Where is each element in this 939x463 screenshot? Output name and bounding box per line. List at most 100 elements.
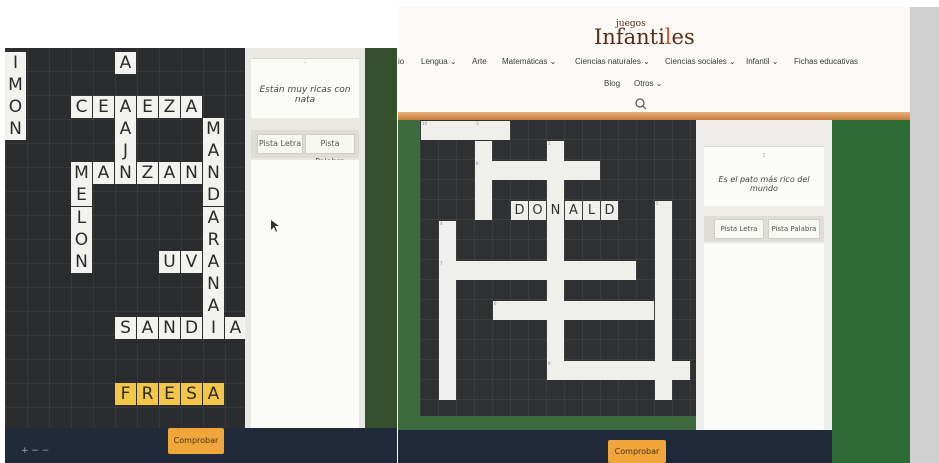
left-letter-cell[interactable]: A [203,250,224,273]
left-letter-cell[interactable]: A [115,96,136,119]
left-letter-cell[interactable]: N [181,162,202,185]
right-hint-buttons: Pista Letra Pista Palabra [704,216,824,242]
left-letter-cell[interactable]: M [5,74,26,97]
donald-letter-tile[interactable]: N [547,201,564,220]
left-letter-cell[interactable]: N [71,250,92,273]
logo-part-dot: l [664,25,672,49]
donald-letter-tile[interactable]: D [511,201,528,220]
blank-answer-cell[interactable] [439,221,456,400]
site-logo[interactable]: juegos Infantiles [594,19,695,49]
left-letter-cell[interactable]: A [181,96,202,119]
left-zoom-controls[interactable]: + − − [21,446,49,456]
left-letter-cell[interactable]: D [203,184,224,207]
clue-number-label: 10 [422,121,428,126]
nav-item-matematicas[interactable]: Matemáticas ⌄ [502,57,556,66]
left-letter-cell[interactable]: A [225,316,246,339]
left-screen-photo: IMONCEAEZAAAJNMAZANNELONMADARANAUVSANDIA… [5,48,397,463]
right-clue-panel: 1 Es el pato más rico del mundo Pista Le… [696,120,832,430]
right-check-button[interactable]: Comprobar [608,440,666,463]
left-letter-cell[interactable]: N [5,118,26,141]
left-letter-cell[interactable]: N [115,162,136,185]
left-letter-cell[interactable]: A [115,118,136,141]
clue-number-label: 2 [548,141,551,146]
right-screen-photo: juegos Infantiles io Lengua ⌄ Arte Matem… [398,7,939,463]
nav-item-ciencias-naturales[interactable]: Ciencias naturales ⌄ [575,57,650,66]
nav-item-blog[interactable]: Blog [604,79,620,88]
hint-word-button[interactable]: Pista Palabra [305,134,355,166]
right-crossword-board: D O N A L D 10 3 2 8 5 4 7 6 9 [420,120,696,416]
left-letter-cell[interactable]: S [115,316,136,339]
left-letter-cell[interactable]: M [203,118,224,141]
left-letter-cell[interactable]: L [71,206,92,229]
blank-answer-cell[interactable] [475,141,492,220]
left-panel-blank [251,160,359,428]
blank-answer-cell[interactable] [475,161,600,180]
left-letter-cell[interactable]: A [203,140,224,163]
donald-letter-tile[interactable]: D [601,201,618,220]
clue-number-label: 9 [548,361,551,366]
logo-part-b: es [671,25,695,49]
left-clue-box: - Están muy ricas con nata [251,58,359,118]
left-letter-cell[interactable]: Z [159,96,180,119]
hint-word-button[interactable]: Pista Palabra [768,219,820,239]
left-letter-cell[interactable]: C [71,96,92,119]
left-letter-cell[interactable]: I [203,316,224,339]
left-letter-cell[interactable]: E [159,383,180,406]
left-letter-cell[interactable]: A [115,52,136,74]
left-check-button[interactable]: Comprobar [168,428,224,454]
hint-letter-button[interactable]: Pista Letra [714,219,764,239]
left-letter-cell[interactable]: E [137,96,158,119]
nav-item-otros[interactable]: Otros ⌄ [634,79,662,88]
left-letter-cell[interactable]: U [159,250,180,273]
main-nav: io Lengua ⌄ Arte Matemáticas ⌄ Ciencias … [398,57,910,71]
nav-item-arte[interactable]: Arte [472,57,487,66]
right-clue-number: 1 [762,153,766,159]
left-letter-cell[interactable]: J [115,140,136,163]
left-letter-cell[interactable]: A [93,162,114,185]
left-green-edge [365,48,397,463]
left-letter-cell[interactable]: V [181,250,202,273]
blank-answer-cell[interactable] [493,301,654,320]
left-letter-cell[interactable]: O [71,228,92,251]
hint-letter-button[interactable]: Pista Letra [257,134,303,154]
left-letter-cell[interactable]: N [203,162,224,185]
left-letter-cell[interactable]: N [203,272,224,295]
donald-letter-tile[interactable]: A [565,201,582,220]
left-clue-text: Están muy ricas con nata [259,85,351,105]
left-letter-cell[interactable]: N [159,316,180,339]
left-letter-cell[interactable]: A [203,383,224,406]
blank-answer-cell[interactable] [421,121,510,140]
left-letter-cell[interactable]: F [115,383,136,406]
left-letter-cell[interactable]: A [137,316,158,339]
left-letter-cell[interactable]: O [5,96,26,119]
donald-letter-tile[interactable]: O [529,201,546,220]
nav-item-inicio[interactable]: io [398,57,404,66]
logo-part-a: Infanti [594,25,665,49]
left-letter-cell[interactable]: Z [137,162,158,185]
left-letter-cell[interactable]: A [203,294,224,317]
nav-item-infantil[interactable]: Infantil ⌄ [746,57,779,66]
left-letter-cell[interactable]: S [181,383,202,406]
left-letter-cell[interactable]: I [5,52,26,74]
clue-number-label: 5 [656,201,659,206]
nav-item-lengua[interactable]: Lengua ⌄ [421,57,457,66]
nav-item-fichas-educativas[interactable]: Fichas educativas [794,57,858,66]
left-letter-cell[interactable]: A [203,206,224,229]
left-letter-cell[interactable]: D [181,316,202,339]
left-letter-cell[interactable]: E [93,96,114,119]
left-crossword-board: IMONCEAEZAAAJNMAZANNELONMADARANAUVSANDIA… [5,48,246,450]
right-clue-text: Es el pato más rico del mundo [718,175,810,193]
left-letter-cell[interactable]: E [71,184,92,207]
blank-answer-cell[interactable] [547,361,690,380]
clue-number-label: 3 [476,121,479,126]
left-letter-cell[interactable]: A [159,162,180,185]
donald-letter-tile[interactable]: L [583,201,600,220]
blank-answer-cell[interactable] [439,261,636,280]
search-icon[interactable] [634,97,648,111]
left-letter-cell[interactable]: R [137,383,158,406]
right-screen-edge [910,7,939,463]
nav-item-ciencias-sociales[interactable]: Ciencias sociales ⌄ [665,57,736,66]
left-letter-cell[interactable]: R [203,228,224,251]
left-letter-cell[interactable]: M [71,162,92,185]
left-hint-buttons: Pista Letra Pista Palabra [251,130,359,166]
